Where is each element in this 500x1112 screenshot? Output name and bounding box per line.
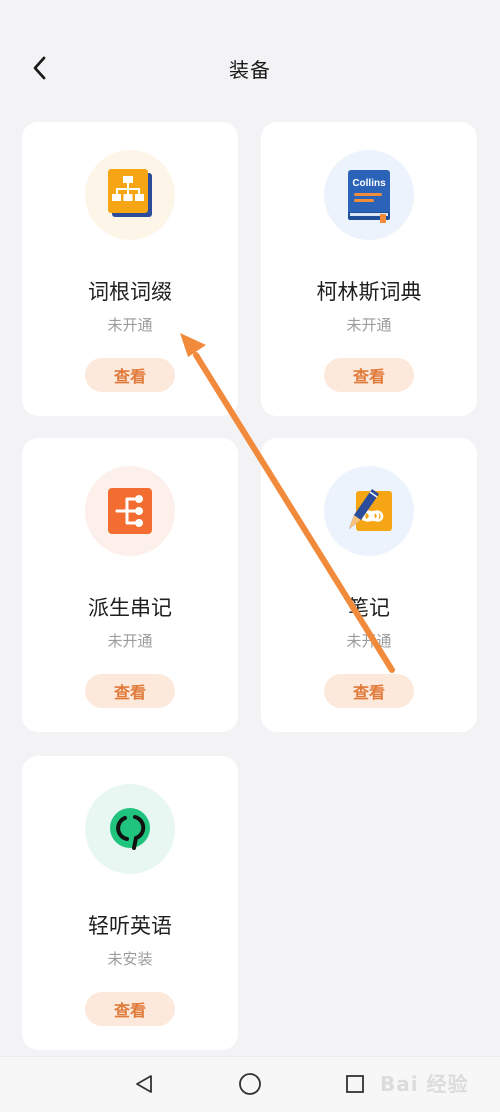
- watermark-text: Bai 经验: [380, 1072, 469, 1096]
- nav-home-button[interactable]: [235, 1069, 265, 1099]
- nav-recents-button[interactable]: [340, 1069, 370, 1099]
- card-title: 轻听英语: [88, 914, 172, 938]
- card-status: 未安装: [107, 950, 153, 968]
- collins-book-icon: Collins: [348, 170, 390, 223]
- card-notes[interactable]: 笔记 未开通 查看: [261, 438, 477, 732]
- svg-text:Collins: Collins: [352, 178, 386, 189]
- circle-home-icon: [239, 1073, 261, 1095]
- triangle-back-icon: [136, 1075, 152, 1093]
- card-title: 笔记: [348, 596, 390, 620]
- branch-icon: [108, 488, 152, 534]
- nav-back-button[interactable]: [129, 1069, 159, 1099]
- card-title: 派生串记: [88, 596, 172, 620]
- icon-circle: [85, 784, 175, 874]
- card-status: 未开通: [107, 316, 153, 334]
- view-button[interactable]: 查看: [85, 992, 175, 1026]
- card-status: 未开通: [107, 632, 153, 650]
- square-recents-icon: [346, 1075, 364, 1093]
- hierarchy-icon: [108, 169, 152, 217]
- card-light-listening[interactable]: 轻听英语 未安装 查看: [22, 756, 238, 1050]
- note-pen-icon: [349, 489, 392, 531]
- header: 装备: [0, 0, 500, 120]
- card-derivation-chain[interactable]: 派生串记 未开通 查看: [22, 438, 238, 732]
- card-status: 未开通: [346, 632, 392, 650]
- card-title: 词根词缀: [88, 280, 172, 304]
- view-button[interactable]: 查看: [85, 358, 175, 392]
- icon-circle: [324, 466, 414, 556]
- view-button[interactable]: 查看: [85, 674, 175, 708]
- icon-circle: [85, 150, 175, 240]
- view-button[interactable]: 查看: [324, 358, 414, 392]
- card-title: 柯林斯词典: [316, 280, 422, 304]
- card-status: 未开通: [346, 316, 392, 334]
- icon-circle: [85, 466, 175, 556]
- watermark: Bai 经验: [380, 1060, 496, 1100]
- page-title: 装备: [229, 58, 271, 82]
- card-word-roots[interactable]: 词根词缀 未开通 查看: [22, 122, 238, 416]
- view-button[interactable]: 查看: [324, 674, 414, 708]
- icon-circle: Collins: [324, 150, 414, 240]
- card-collins-dictionary[interactable]: Collins 柯林斯词典 未开通 查看: [261, 122, 477, 416]
- listen-ring-icon: [110, 808, 150, 850]
